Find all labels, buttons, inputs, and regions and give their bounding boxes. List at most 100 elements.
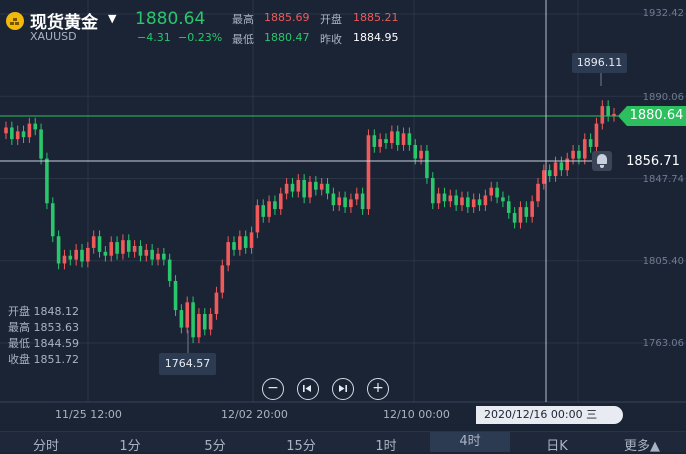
candle-body[interactable] — [80, 249, 84, 262]
candle-body[interactable] — [197, 313, 201, 338]
candle-body[interactable] — [419, 150, 423, 159]
bell-icon[interactable] — [592, 151, 612, 171]
candle-body[interactable] — [62, 255, 67, 264]
candle-body[interactable] — [74, 249, 78, 260]
candle-body[interactable] — [594, 123, 599, 147]
scroll-end-button[interactable] — [332, 378, 354, 400]
candle-body[interactable] — [582, 139, 587, 159]
candle-body[interactable] — [536, 183, 540, 202]
candle-body[interactable] — [413, 144, 418, 159]
candle-body[interactable] — [191, 302, 195, 338]
candle-body[interactable] — [179, 310, 184, 328]
candle-body[interactable] — [366, 135, 371, 210]
candle-body[interactable] — [477, 199, 482, 206]
alert-price-tag[interactable]: 1856.71 — [620, 152, 686, 172]
candle-body[interactable] — [284, 183, 289, 194]
candle-body[interactable] — [226, 242, 230, 266]
candle-body[interactable] — [144, 249, 149, 256]
candle-body[interactable] — [138, 245, 143, 256]
candle-body[interactable] — [600, 106, 605, 124]
candle-body[interactable] — [39, 129, 43, 159]
candle-body[interactable] — [506, 201, 511, 213]
candle-body[interactable] — [588, 139, 593, 147]
candle-body[interactable] — [466, 197, 470, 208]
candle-body[interactable] — [167, 259, 172, 281]
candle-body[interactable] — [243, 236, 248, 248]
candle-body[interactable] — [553, 162, 558, 177]
candle-body[interactable] — [68, 255, 73, 260]
candle-body[interactable] — [132, 245, 137, 252]
candle-body[interactable] — [349, 199, 353, 208]
candle-body[interactable] — [86, 247, 90, 262]
candle-body[interactable] — [208, 313, 213, 330]
chevron-down-icon[interactable]: ▼ — [108, 12, 116, 25]
candle-body[interactable] — [331, 193, 336, 206]
scroll-start-button[interactable] — [297, 378, 319, 400]
candle-body[interactable] — [372, 135, 377, 147]
candle-body[interactable] — [512, 212, 517, 223]
candle-body[interactable] — [173, 280, 178, 311]
candle-body[interactable] — [384, 139, 388, 144]
candle-body[interactable] — [302, 179, 306, 198]
candle-body[interactable] — [542, 170, 546, 184]
tab-4hour[interactable]: 4时 — [430, 432, 510, 452]
candle-body[interactable] — [343, 197, 347, 208]
candle-body[interactable] — [314, 181, 318, 190]
zoom-out-button[interactable]: − — [262, 378, 284, 400]
candle-body[interactable] — [21, 131, 26, 138]
zoom-in-button[interactable]: + — [367, 378, 389, 400]
candle-body[interactable] — [185, 302, 190, 328]
candle-body[interactable] — [296, 179, 301, 192]
candle-body[interactable] — [27, 123, 32, 138]
candle-body[interactable] — [56, 236, 61, 264]
candle-body[interactable] — [126, 240, 131, 252]
candle-body[interactable] — [319, 183, 324, 190]
candle-body[interactable] — [50, 203, 55, 237]
candle-body[interactable] — [97, 236, 102, 252]
candle-body[interactable] — [489, 187, 494, 196]
candle-body[interactable] — [454, 195, 458, 206]
candle-body[interactable] — [547, 170, 552, 177]
tab-5min[interactable]: 5分 — [175, 435, 255, 454]
candle-body[interactable] — [530, 201, 534, 217]
candle-body[interactable] — [232, 242, 236, 250]
candle-body[interactable] — [354, 193, 359, 200]
candle-body[interactable] — [10, 127, 14, 140]
candle-body[interactable] — [495, 187, 499, 198]
candle-body[interactable] — [267, 201, 271, 217]
candle-body[interactable] — [278, 193, 283, 210]
candle-body[interactable] — [577, 150, 581, 159]
candle-body[interactable] — [483, 195, 488, 206]
candle-body[interactable] — [91, 236, 96, 248]
candle-body[interactable] — [460, 197, 464, 206]
candle-body[interactable] — [436, 193, 441, 204]
candle-body[interactable] — [156, 253, 160, 260]
candle-body[interactable] — [308, 181, 312, 198]
candle-body[interactable] — [238, 236, 242, 250]
candle-body[interactable] — [220, 265, 225, 293]
tab-1hour[interactable]: 1时 — [346, 435, 426, 454]
candle-body[interactable] — [390, 131, 394, 144]
candle-body[interactable] — [162, 253, 166, 260]
candle-body[interactable] — [360, 193, 365, 210]
tab-15min[interactable]: 15分 — [261, 435, 341, 454]
candle-body[interactable] — [121, 240, 125, 254]
candle-body[interactable] — [524, 207, 529, 217]
candle-body[interactable] — [401, 133, 406, 145]
candle-body[interactable] — [261, 205, 266, 217]
candle-body[interactable] — [325, 183, 330, 194]
candle-body[interactable] — [407, 133, 412, 145]
tab-more[interactable]: 更多▲ — [602, 435, 682, 454]
candle-body[interactable] — [395, 131, 400, 145]
candle-body[interactable] — [518, 207, 523, 223]
tab-daily[interactable]: 日K — [517, 435, 597, 454]
tab-timeshare[interactable]: 分时 — [6, 435, 86, 454]
candle-body[interactable] — [33, 123, 38, 130]
candle-body[interactable] — [109, 242, 114, 256]
candle-body[interactable] — [15, 131, 20, 140]
candle-body[interactable] — [249, 232, 254, 248]
candle-body[interactable] — [202, 313, 207, 330]
candle-body[interactable] — [559, 162, 564, 171]
candle-body[interactable] — [214, 292, 219, 314]
candle-body[interactable] — [430, 177, 435, 204]
